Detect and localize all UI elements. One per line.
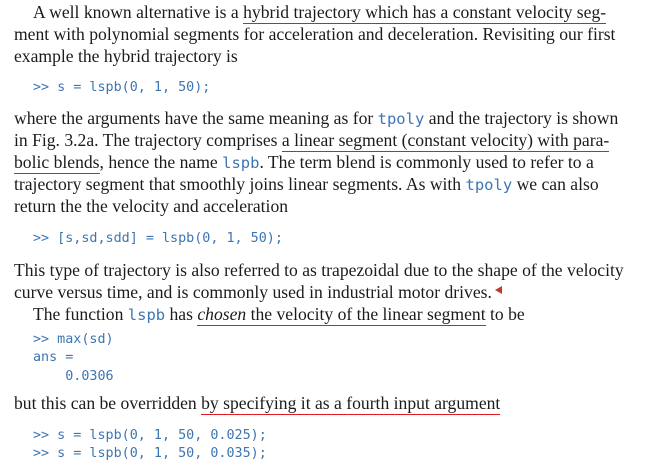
para3-line2: curve versus time, and is commonly used …	[14, 281, 502, 303]
margin-note-marker-icon	[494, 286, 502, 294]
text: to be	[485, 304, 525, 324]
text: , hence the name	[99, 152, 223, 172]
text: in Fig. 3.2a. The trajectory comprises	[14, 130, 282, 150]
code-output: 0.0306	[33, 369, 114, 384]
para3-line3: The function lspb has chosen the velocit…	[33, 303, 525, 326]
text: where the arguments have the same meanin…	[14, 108, 378, 128]
code-line: >> s = lspb(0, 1, 50, 0.025);	[33, 428, 267, 443]
para3-line1: This type of trajectory is also referred…	[14, 260, 624, 280]
para1-line3: example the hybrid trajectory is	[14, 46, 238, 66]
underlined-text: the velocity of the linear segment	[246, 304, 486, 326]
para4-line1: but this can be overridden by specifying…	[14, 392, 501, 415]
para2-line4: trajectory segment that smoothly joins l…	[14, 173, 599, 196]
para1-line2: ment with polynomial segments for accele…	[14, 24, 616, 44]
para2-line5: return the the velocity and acceleration	[14, 196, 289, 216]
emphasized-text: chosen	[197, 304, 247, 326]
text: we can also	[512, 174, 599, 194]
underlined-text: a linear segment (constant velocity) wit…	[281, 130, 610, 152]
underlined-text: by specifying it as a fourth input argum…	[201, 393, 501, 415]
code-line: >> max(sd)	[33, 332, 114, 347]
code-line: ans =	[33, 350, 74, 365]
para1-line1: A well known alternative is a hybrid tra…	[33, 1, 607, 24]
para2-line2: in Fig. 3.2a. The trajectory comprises a…	[14, 129, 610, 152]
inline-code: lspb	[127, 306, 166, 324]
code-line: >> [s,sd,sdd] = lspb(0, 1, 50);	[33, 231, 283, 246]
inline-code: lspb	[222, 154, 260, 172]
code-line: >> s = lspb(0, 1, 50);	[33, 80, 211, 95]
text: and the trajectory is shown	[424, 108, 619, 128]
text: . The term blend is commonly used to ref…	[259, 152, 594, 172]
underlined-text: hybrid trajectory which has a constant v…	[243, 2, 607, 24]
para2-line1: where the arguments have the same meanin…	[14, 107, 618, 130]
document-page: A well known alternative is a hybrid tra…	[0, 0, 667, 471]
inline-code: tpoly	[377, 110, 425, 128]
text: trajectory segment that smoothly joins l…	[14, 174, 466, 194]
code-line: >> s = lspb(0, 1, 50, 0.035);	[33, 446, 267, 461]
text: but this can be overridden	[14, 393, 202, 413]
inline-code: tpoly	[465, 176, 513, 194]
underlined-text: bolic blends	[14, 152, 100, 174]
text: has	[165, 304, 198, 324]
text: The function	[33, 304, 128, 324]
text: A well known alternative is a	[33, 2, 244, 22]
para2-line3: bolic blends, hence the name lspb. The t…	[14, 151, 594, 174]
text: curve versus time, and is commonly used …	[14, 282, 492, 302]
